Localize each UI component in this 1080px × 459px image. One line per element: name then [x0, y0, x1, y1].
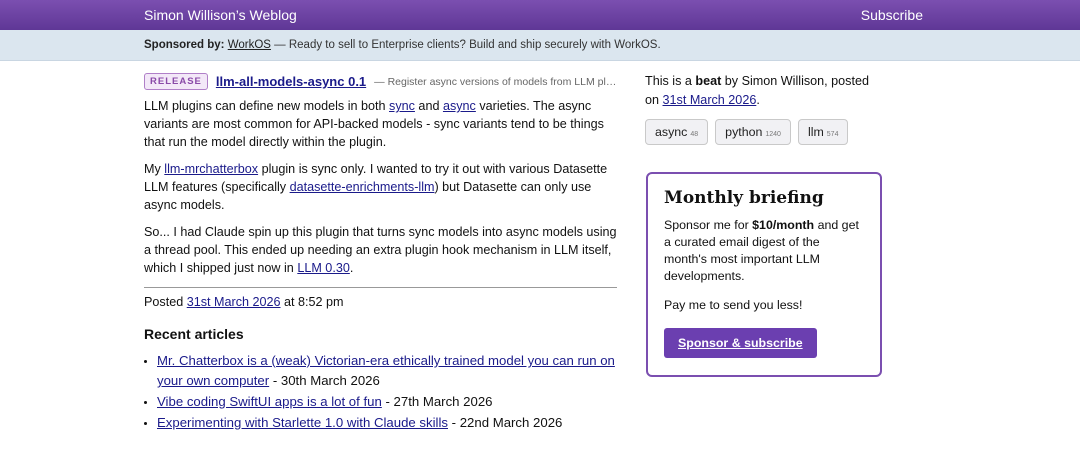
- text-segment: and: [414, 99, 443, 113]
- tag-name: python: [725, 125, 763, 139]
- site-title-link[interactable]: Simon Willison’s Weblog: [144, 7, 297, 23]
- recent-article-link[interactable]: Vibe coding SwiftUI apps is a lot of fun: [157, 394, 382, 409]
- recent-article-date: - 27th March 2026: [381, 394, 493, 409]
- sponsor-bar: Sponsored by: WorkOS — Ready to sell to …: [0, 30, 1080, 61]
- main-content: RELEASE llm-all-models-async 0.1 — Regis…: [144, 72, 617, 434]
- briefing-tagline: Pay me to send you less!: [664, 298, 803, 312]
- recent-articles-list: Mr. Chatterbox is a (weak) Victorian-era…: [144, 351, 617, 433]
- sponsor-subscribe-button[interactable]: Sponsor & subscribe: [664, 328, 817, 358]
- list-item: Mr. Chatterbox is a (weak) Victorian-era…: [157, 351, 617, 391]
- release-header: RELEASE llm-all-models-async 0.1 — Regis…: [144, 72, 617, 91]
- datasette-enrichments-llm-link[interactable]: datasette-enrichments-llm: [290, 180, 435, 194]
- sync-link[interactable]: sync: [389, 99, 415, 113]
- recent-article-date: - 30th March 2026: [269, 373, 380, 388]
- posted-time: at 8:52 pm: [280, 295, 344, 309]
- body-paragraph-3: So... I had Claude spin up this plugin t…: [144, 223, 617, 277]
- body-paragraph-2: My llm-mrchatterbox plugin is sync only.…: [144, 160, 617, 214]
- release-badge: RELEASE: [144, 73, 208, 90]
- tag-count: 48: [690, 131, 699, 138]
- tag-count: 574: [826, 131, 839, 138]
- sidebar: This is a beat by Simon Willison, posted…: [645, 72, 885, 145]
- subscribe-link[interactable]: Subscribe: [861, 7, 923, 23]
- tag-name: async: [655, 125, 688, 139]
- tag-count: 1240: [765, 131, 781, 138]
- text-segment: My: [144, 162, 165, 176]
- meta-date-link[interactable]: 31st March 2026: [663, 93, 757, 107]
- tag-name: llm: [807, 125, 824, 139]
- text-segment: LLM plugins can define new models in bot…: [144, 99, 390, 113]
- site-header: Simon Willison’s Weblog Subscribe: [0, 0, 1080, 30]
- sponsor-label: Sponsored by:: [144, 39, 225, 51]
- llm-030-link[interactable]: LLM 0.30: [297, 261, 350, 275]
- text-segment: Sponsor me for: [664, 218, 753, 232]
- recent-article-date: - 22nd March 2026: [448, 415, 563, 430]
- sponsor-link[interactable]: WorkOS: [228, 39, 271, 51]
- text-segment: This is a: [645, 74, 696, 88]
- tag-list: async 48 python 1240 llm 574: [645, 119, 885, 145]
- release-description: — Register async versions of models from…: [374, 75, 617, 88]
- text-segment: .: [349, 261, 354, 275]
- list-item: Experimenting with Starlette 1.0 with Cl…: [157, 413, 617, 433]
- sponsor-text: — Ready to sell to Enterprise clients? B…: [270, 39, 661, 51]
- recent-article-link[interactable]: Experimenting with Starlette 1.0 with Cl…: [157, 415, 448, 430]
- tag-python[interactable]: python 1240: [715, 119, 791, 145]
- tag-llm[interactable]: llm 574: [797, 119, 849, 145]
- briefing-title: Monthly briefing: [664, 188, 824, 208]
- divider: [144, 287, 617, 288]
- recent-article-link[interactable]: Mr. Chatterbox is a (weak) Victorian-era…: [157, 353, 615, 388]
- briefing-price: $10/month: [752, 218, 815, 232]
- sponsor-message: Sponsored by: WorkOS — Ready to sell to …: [144, 39, 661, 51]
- recent-articles-heading: Recent articles: [144, 326, 244, 342]
- text-segment: So... I had Claude spin up this plugin t…: [144, 225, 617, 275]
- posted-prefix: Posted: [144, 295, 187, 309]
- posted-date-link[interactable]: 31st March 2026: [187, 295, 281, 309]
- beat-label: beat: [695, 74, 722, 88]
- text-segment: .: [756, 93, 760, 107]
- release-title-link[interactable]: llm-all-models-async 0.1: [216, 74, 366, 89]
- body-paragraph-1: LLM plugins can define new models in bot…: [144, 97, 617, 151]
- llm-mrchatterbox-link[interactable]: llm-mrchatterbox: [164, 162, 258, 176]
- monthly-briefing-box: Monthly briefing Sponsor me for $10/mont…: [646, 172, 882, 377]
- briefing-description: Sponsor me for $10/month and get a curat…: [664, 217, 864, 285]
- beat-meta: This is a beat by Simon Willison, posted…: [645, 72, 885, 110]
- list-item: Vibe coding SwiftUI apps is a lot of fun…: [157, 392, 617, 412]
- async-link[interactable]: async: [443, 99, 476, 113]
- tag-async[interactable]: async 48: [645, 119, 709, 145]
- posted-line: Posted 31st March 2026 at 8:52 pm: [144, 295, 617, 309]
